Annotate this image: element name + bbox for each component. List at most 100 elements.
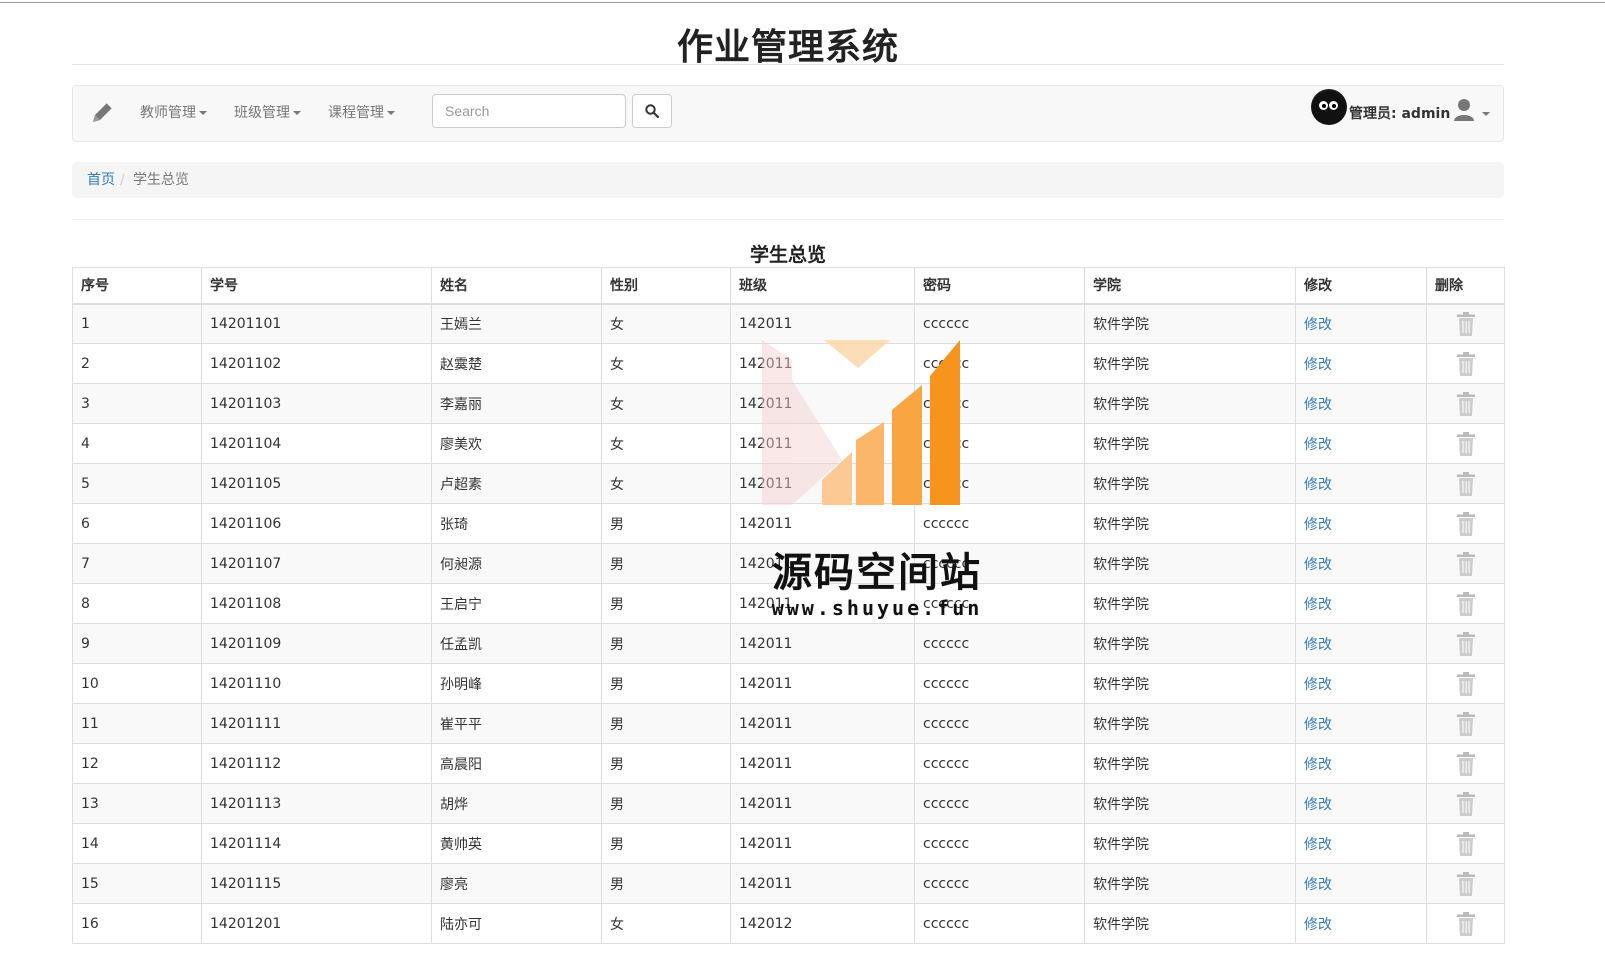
trash-icon[interactable] <box>1456 751 1476 777</box>
cell-delete <box>1426 503 1505 544</box>
cell-gender: 男 <box>601 623 731 664</box>
edit-link[interactable]: 修改 <box>1304 477 1332 493</box>
trash-icon[interactable] <box>1456 631 1476 657</box>
cell-index: 1 <box>72 303 202 344</box>
trash-icon[interactable] <box>1456 671 1476 697</box>
edit-link[interactable]: 修改 <box>1304 557 1332 573</box>
trash-icon[interactable] <box>1456 511 1476 537</box>
pencil-icon[interactable] <box>89 100 115 126</box>
table-title: 学生总览 <box>749 244 826 266</box>
edit-link[interactable]: 修改 <box>1304 797 1332 813</box>
table-body: 1 14201101 王嫣兰女 142011 cccccc 软件学院 修改 2 14201102… <box>72 303 1505 944</box>
cell-delete <box>1426 863 1505 904</box>
edit-link[interactable]: 修改 <box>1304 757 1332 773</box>
cell-gender: 女 <box>601 903 731 944</box>
cell-edit: 修改 <box>1295 863 1427 904</box>
trash-icon[interactable] <box>1456 351 1476 377</box>
cell-name: 孙明峰 <box>431 663 602 704</box>
edit-link[interactable]: 修改 <box>1304 677 1332 693</box>
cell-class: 142011 <box>730 583 915 624</box>
cell-college: 软件学院 <box>1084 623 1296 664</box>
nav-menu-course-label: 课程管理 <box>328 105 384 121</box>
cell-index: 7 <box>72 543 202 584</box>
trash-icon[interactable] <box>1456 551 1476 577</box>
trash-icon[interactable] <box>1456 471 1476 497</box>
cell-name: 赵霙楚 <box>431 343 602 384</box>
cell-index: 15 <box>72 863 202 904</box>
cell-delete <box>1426 703 1505 744</box>
edit-link[interactable]: 修改 <box>1304 917 1332 933</box>
cell-class: 142011 <box>730 623 915 664</box>
top-border <box>0 2 1605 3</box>
cell-student-id: 14201104 <box>201 423 432 464</box>
nav-menu-course[interactable]: 课程管理 <box>328 103 395 123</box>
cell-name: 王嫣兰 <box>431 303 602 344</box>
trash-icon[interactable] <box>1456 791 1476 817</box>
cell-college: 软件学院 <box>1084 503 1296 544</box>
cell-gender: 女 <box>601 423 731 464</box>
table-row: 16 14201201 陆亦可女 142012 cccccc 软件学院 修改 <box>72 903 1505 944</box>
edit-link[interactable]: 修改 <box>1304 637 1332 653</box>
cell-index: 10 <box>72 663 202 704</box>
cell-student-id: 14201115 <box>201 863 432 904</box>
cell-delete <box>1426 903 1505 944</box>
search-button[interactable] <box>632 94 672 128</box>
cell-edit: 修改 <box>1295 503 1427 544</box>
trash-icon[interactable] <box>1456 831 1476 857</box>
cell-college: 软件学院 <box>1084 903 1296 944</box>
header-college: 学院 <box>1084 267 1296 305</box>
cell-class: 142011 <box>730 743 915 784</box>
cell-password: cccccc <box>914 903 1085 944</box>
trash-icon[interactable] <box>1456 711 1476 737</box>
nav-menu-class[interactable]: 班级管理 <box>234 103 301 123</box>
edit-link[interactable]: 修改 <box>1304 317 1332 333</box>
edit-link[interactable]: 修改 <box>1304 597 1332 613</box>
cell-index: 11 <box>72 703 202 744</box>
cell-name: 胡烨 <box>431 783 602 824</box>
trash-icon[interactable] <box>1456 911 1476 937</box>
breadcrumb-home-link[interactable]: 首页 <box>87 162 115 198</box>
cell-class: 142012 <box>730 903 915 944</box>
cell-delete <box>1426 383 1505 424</box>
avatar <box>1311 89 1347 125</box>
edit-link[interactable]: 修改 <box>1304 717 1332 733</box>
table-row: 7 14201107 何昶源男 142011 cccccc 软件学院 修改 <box>72 543 1505 584</box>
cell-gender: 男 <box>601 783 731 824</box>
cell-name: 高晨阳 <box>431 743 602 784</box>
cell-student-id: 14201112 <box>201 743 432 784</box>
cell-delete <box>1426 543 1505 584</box>
edit-link[interactable]: 修改 <box>1304 437 1332 453</box>
cell-name: 卢超素 <box>431 463 602 504</box>
cell-index: 5 <box>72 463 202 504</box>
caret-down-icon <box>387 111 395 115</box>
navbar: 教师管理 班级管理 课程管理 管理员: admin <box>72 85 1504 142</box>
cell-student-id: 14201107 <box>201 543 432 584</box>
user-icon <box>1454 99 1474 121</box>
trash-icon[interactable] <box>1456 871 1476 897</box>
search-icon <box>645 104 659 118</box>
table-row: 11 14201111 崔平平男 142011 cccccc 软件学院 修改 <box>72 703 1505 744</box>
edit-link[interactable]: 修改 <box>1304 517 1332 533</box>
cell-delete <box>1426 783 1505 824</box>
search-input[interactable] <box>432 94 626 128</box>
cell-name: 黄帅英 <box>431 823 602 864</box>
nav-menu-teacher[interactable]: 教师管理 <box>140 103 207 123</box>
edit-link[interactable]: 修改 <box>1304 837 1332 853</box>
cell-password: cccccc <box>914 743 1085 784</box>
edit-link[interactable]: 修改 <box>1304 877 1332 893</box>
trash-icon[interactable] <box>1456 391 1476 417</box>
header-index: 序号 <box>72 267 202 305</box>
edit-link[interactable]: 修改 <box>1304 357 1332 373</box>
cell-edit: 修改 <box>1295 823 1427 864</box>
cell-gender: 男 <box>601 743 731 784</box>
cell-college: 软件学院 <box>1084 423 1296 464</box>
trash-icon[interactable] <box>1456 431 1476 457</box>
cell-edit: 修改 <box>1295 703 1427 744</box>
edit-link[interactable]: 修改 <box>1304 397 1332 413</box>
caret-down-icon <box>293 111 301 115</box>
table-header-row: 序号 学号 姓名 性别 班级 密码 学院 修改 删除 <box>72 267 1505 305</box>
trash-icon[interactable] <box>1456 311 1476 337</box>
cell-college: 软件学院 <box>1084 343 1296 384</box>
trash-icon[interactable] <box>1456 591 1476 617</box>
breadcrumb-current: 学生总览 <box>133 172 189 188</box>
